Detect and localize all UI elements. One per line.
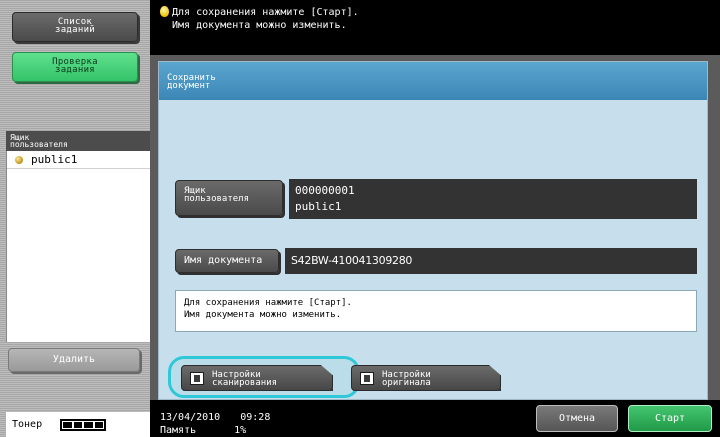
delete-label: Удалить [52,354,96,365]
user-box-button[interactable]: Ящик пользователя [175,180,283,216]
status-date: 13/04/2010 [160,412,221,423]
toner-indicator: Тонер [6,412,150,437]
original-settings-button[interactable]: Настройки оригинала [351,365,501,391]
job-list-button[interactable]: Список заданий [12,12,138,42]
user-box-header: Ящик пользователя [6,131,150,151]
user-box-item[interactable]: public1 [7,151,151,169]
toner-gauge [60,418,107,431]
delete-button[interactable]: Удалить [8,348,140,372]
scan-settings-label: Настройки сканирования [212,370,278,388]
toner-segment [63,421,72,428]
scan-settings-icon [190,372,204,385]
main-panel: Сохранить документ Ящик пользователя 000… [150,55,720,400]
box-icon [15,155,23,164]
user-box-number: 000000001 [295,184,355,197]
memory-label: Память [160,425,197,436]
job-check-label: Проверка задания [52,57,98,75]
save-document-frame: Сохранить документ Ящик пользователя 000… [158,61,708,400]
user-box-list: public1 [6,151,151,342]
lightbulb-icon [160,6,169,17]
toner-segment [94,421,104,428]
message-line-1: Для сохранения нажмите [Старт]. [172,7,359,18]
toner-segment [84,421,93,428]
date-time: 13/04/2010 09:28 [160,412,270,423]
info-message-box: Для сохранения нажмите [Старт]. Имя доку… [175,290,697,332]
start-label: Старт [654,413,686,424]
memory-value: 1% [234,425,247,436]
job-check-button[interactable]: Проверка задания [12,52,138,82]
info-message-line-1: Для сохранения нажмите [Старт]. [184,298,352,308]
user-box-item-label: public1 [31,153,78,166]
message-line-2: Имя документа можно изменить. [172,20,347,31]
cancel-button[interactable]: Отмена [536,405,618,432]
scan-settings-button[interactable]: Настройки сканирования [181,365,333,391]
cancel-label: Отмена [558,413,596,424]
message-bar: Для сохранения нажмите [Старт]. Имя доку… [150,0,720,55]
user-box-value: 000000001 public1 [289,179,697,219]
status-bar: 13/04/2010 09:28 Память 1% Отмена Старт [150,400,720,437]
user-box-button-label: Ящик пользователя [184,186,250,204]
start-button[interactable]: Старт [628,405,712,432]
original-settings-label: Настройки оригинала [382,370,431,388]
original-settings-icon [360,372,374,385]
toner-label: Тонер [12,419,43,430]
document-name-button-label: Имя документа [184,255,263,266]
frame-title: Сохранить документ [159,62,707,100]
document-name-button[interactable]: Имя документа [175,249,279,273]
status-time: 09:28 [240,412,271,423]
memory-status: Память 1% [160,425,246,436]
info-message-line-2: Имя документа можно изменить. [184,310,342,320]
user-box-name: public1 [295,200,342,213]
left-panel: Список заданий Проверка задания Ящик пол… [0,0,151,437]
job-list-label: Список заданий [54,17,96,35]
toner-segment [73,421,83,428]
document-name-value: S42BW-410041309280 [285,248,697,274]
